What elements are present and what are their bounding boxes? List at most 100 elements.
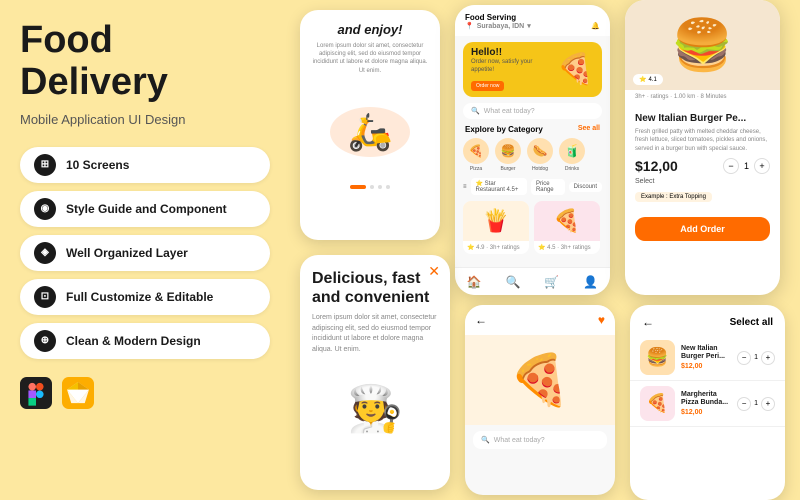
feature-layer[interactable]: ◈ Well Organized Layer (20, 235, 270, 271)
feature-style-label: Style Guide and Component (66, 202, 227, 216)
location-pin: 📍 (465, 22, 474, 30)
star-icon: ⭐ (639, 76, 646, 83)
promo-banner[interactable]: Hello!! Order now, satisfy your appetite… (463, 42, 602, 97)
close-button[interactable]: ✕ (428, 263, 440, 280)
filter-price[interactable]: Price Range (531, 179, 565, 195)
layer-icon: ◈ (34, 242, 56, 264)
item1-increase[interactable]: + (761, 351, 775, 365)
search-nav-icon[interactable]: 🔍 (506, 275, 521, 289)
distance-info: 3h+ · ratings · 1.00 km · 8 Minutes (625, 90, 780, 104)
app-title: Food Serving (465, 13, 600, 22)
cart-item-2[interactable]: 🍕 Margherita Pizza Bunda... $12,00 − 1 + (630, 381, 785, 427)
tools-row (20, 377, 270, 409)
banner-button[interactable]: Order now (471, 81, 504, 91)
categories-row: 🍕 Pizza 🍔 Burger 🌭 Hotdog 🧃 Drinks (455, 138, 610, 178)
chevron-down-icon: ▾ (527, 22, 531, 30)
food-card-pizza[interactable]: 🍕 ⭐ 4.5 · 3h+ ratings (534, 201, 600, 254)
dot-active (350, 185, 366, 189)
select-all-title: Select all (730, 317, 773, 328)
search-ph: What eat today? (494, 437, 545, 444)
phone5-search[interactable]: 🔍 What eat today? (473, 431, 607, 449)
location-text: Surabaya, IDN (477, 23, 524, 30)
filter-icon: ≡ (463, 184, 467, 190)
cat-hotdog-label: Hotdog (532, 166, 548, 172)
phone1-headline: and enjoy! (310, 22, 430, 38)
qty-decrease-btn[interactable]: − (723, 158, 739, 174)
banner-pizza-icon: 🍕 (557, 52, 594, 87)
screens-icon: ⊞ (34, 154, 56, 176)
item1-decrease[interactable]: − (737, 351, 751, 365)
bell-icon: 🔔 (591, 22, 600, 30)
phone-onboarding: and enjoy! Lorem ipsum dolor sit amet, c… (300, 10, 440, 240)
feature-customize[interactable]: ⊡ Full Customize & Editable (20, 279, 270, 315)
main-title: Food Delivery (20, 20, 270, 104)
cart-item2-qty: − 1 + (737, 397, 775, 411)
figma-logo (20, 377, 52, 409)
phone2-header: Food Serving 📍 Surabaya, IDN ▾ 🔔 (455, 5, 610, 36)
cat-pizza-label: Pizza (470, 166, 482, 172)
phone1-content: and enjoy! Lorem ipsum dolor sit amet, c… (300, 10, 440, 87)
phone6-header: ← Select all (630, 305, 785, 335)
feature-style-guide[interactable]: ◉ Style Guide and Component (20, 191, 270, 227)
filter-discount[interactable]: Discount (569, 182, 602, 192)
home-nav-icon[interactable]: 🏠 (467, 275, 482, 289)
pizza-image: 🍕 (534, 201, 600, 241)
feature-screens-label: 10 Screens (66, 158, 129, 172)
phone-main-app: Food Serving 📍 Surabaya, IDN ▾ 🔔 Hello!!… (455, 5, 610, 295)
cart-item2-image: 🍕 (640, 386, 675, 421)
cat-drinks[interactable]: 🧃 Drinks (559, 138, 585, 172)
cart-item1-price: $12,00 (681, 363, 731, 370)
feature-screens[interactable]: ⊞ 10 Screens (20, 147, 270, 183)
favorite-icon[interactable]: ♥ (598, 313, 605, 327)
fries-image: 🍟 (463, 201, 529, 241)
search-icon-sm: 🔍 (481, 436, 490, 444)
card-headline: Delicious, fast and convenient (312, 269, 438, 307)
category-title: Explore by Category (465, 125, 543, 134)
search-icon: 🔍 (471, 107, 480, 115)
phone-card: ✕ Delicious, fast and convenient Lorem i… (300, 255, 450, 490)
search-bar[interactable]: 🔍 What eat today? (463, 103, 602, 119)
see-all-link[interactable]: See all (578, 125, 600, 134)
rating-badge: ⭐ 4.1 (633, 74, 663, 85)
cart-item1-name: New Italian Burger Peri... (681, 345, 731, 362)
back-icon[interactable]: ← (642, 315, 654, 329)
feature-list: ⊞ 10 Screens ◉ Style Guide and Component… (20, 147, 270, 359)
pagination-dots (300, 185, 440, 189)
dot-1 (370, 185, 374, 189)
cat-hotdog[interactable]: 🌭 Hotdog (527, 138, 553, 172)
feature-clean[interactable]: ⊕ Clean & Modern Design (20, 323, 270, 359)
quantity-control: − 1 + (723, 158, 770, 174)
fries-rating: ⭐ 4.9 · 3h+ ratings (467, 245, 520, 251)
item2-decrease[interactable]: − (737, 397, 751, 411)
feature-clean-label: Clean & Modern Design (66, 334, 201, 348)
cart-item-1[interactable]: 🍔 New Italian Burger Peri... $12,00 − 1 … (630, 335, 785, 381)
food-card-fries[interactable]: 🍟 ⭐ 4.9 · 3h+ ratings (463, 201, 529, 254)
clean-icon: ⊕ (34, 330, 56, 352)
extra-tag[interactable]: Example : Extra Topping (635, 192, 712, 202)
cat-pizza[interactable]: 🍕 Pizza (463, 138, 489, 172)
pizza-rating: ⭐ 4.5 · 3h+ ratings (538, 245, 591, 251)
phone1-illustration: 🛵 (300, 87, 440, 177)
add-order-button[interactable]: Add Order (635, 217, 770, 241)
back-arrow-icon[interactable]: ← (475, 313, 487, 327)
item2-increase[interactable]: + (761, 397, 775, 411)
qty-increase-btn[interactable]: + (754, 158, 770, 174)
scooter-icon: 🛵 (348, 111, 393, 153)
cat-burger-icon: 🍔 (495, 138, 521, 164)
banner-hello: Hello!! (471, 47, 557, 59)
phone-cart: ← Select all 🍔 New Italian Burger Peri..… (630, 305, 785, 500)
fries-info: ⭐ 4.9 · 3h+ ratings (463, 241, 529, 254)
profile-nav-icon[interactable]: 👤 (583, 275, 598, 289)
location-row: 📍 Surabaya, IDN ▾ 🔔 (465, 22, 600, 30)
item1-qty-value: 1 (754, 354, 758, 361)
feature-customize-label: Full Customize & Editable (66, 290, 213, 304)
cat-hotdog-icon: 🌭 (527, 138, 553, 164)
bottom-nav: 🏠 🔍 🛒 👤 (455, 267, 610, 295)
cart-item1-info: New Italian Burger Peri... $12,00 (681, 345, 731, 371)
cat-burger[interactable]: 🍔 Burger (495, 138, 521, 172)
rating-text: 4.1 (648, 77, 656, 83)
cart-nav-icon[interactable]: 🛒 (544, 275, 559, 289)
card-body: Lorem ipsum dolor sit amet, consectetur … (312, 313, 438, 355)
cart-item2-price: $12,00 (681, 409, 731, 416)
filter-star[interactable]: ⭐ Star Restaurant 4.5+ (471, 178, 527, 195)
